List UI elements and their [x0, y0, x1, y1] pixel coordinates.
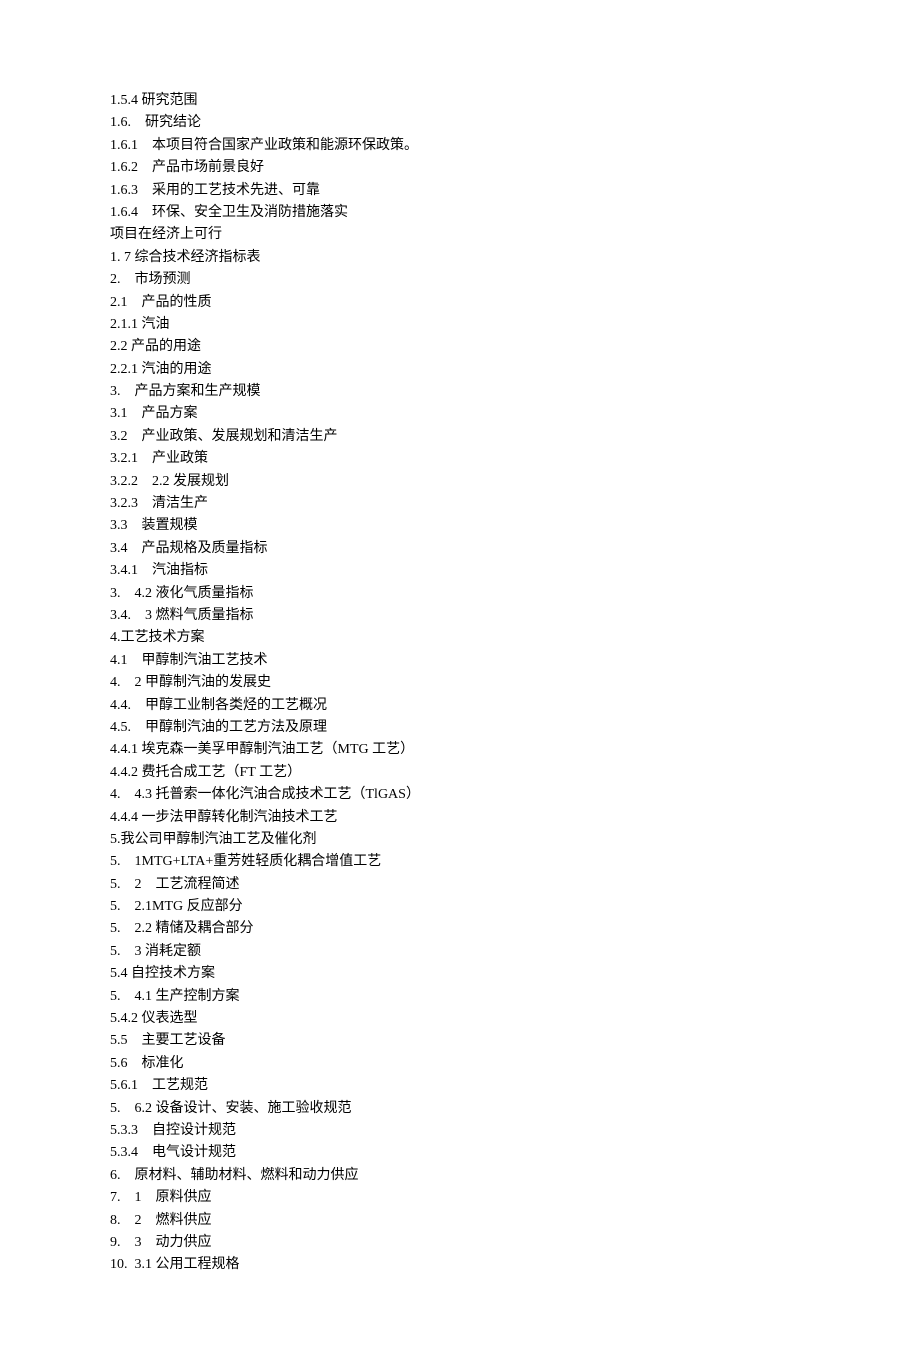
toc-line: 5.4.2 仪表选型	[110, 1008, 810, 1030]
toc-line: 5. 6.2 设备设计、安装、施工验收规范	[110, 1098, 810, 1120]
toc-line: 3.4 产品规格及质量指标	[110, 538, 810, 560]
toc-line: 2.2.1 汽油的用途	[110, 359, 810, 381]
toc-line: 1.6.4 环保、安全卫生及消防措施落实	[110, 202, 810, 224]
toc-line: 3.4.1 汽油指标	[110, 560, 810, 582]
toc-line: 3. 4.2 液化气质量指标	[110, 583, 810, 605]
toc-line: 1.5.4 研究范围	[110, 90, 810, 112]
toc-line: 5.5 主要工艺设备	[110, 1030, 810, 1052]
toc-line: 1.6.2 产品市场前景良好	[110, 157, 810, 179]
toc-line: 5.3.3 自控设计规范	[110, 1120, 810, 1142]
toc-line: 5. 2.1MTG 反应部分	[110, 896, 810, 918]
toc-line: 2.1.1 汽油	[110, 314, 810, 336]
toc-line: 3.2.2 2.2 发展规划	[110, 471, 810, 493]
toc-line: 项目在经济上可行	[110, 224, 810, 246]
toc-line: 8. 2 燃料供应	[110, 1210, 810, 1232]
toc-line: 9. 3 动力供应	[110, 1232, 810, 1254]
toc-line: 3.3 装置规模	[110, 515, 810, 537]
toc-line: 4.1 甲醇制汽油工艺技术	[110, 650, 810, 672]
toc-line: 2.2 产品的用途	[110, 336, 810, 358]
toc-line: 1.6.3 采用的工艺技术先进、可靠	[110, 180, 810, 202]
toc-line: 4. 4.3 托普索一体化汽油合成技术工艺（TlGAS）	[110, 784, 810, 806]
toc-line: 5. 2 工艺流程简述	[110, 874, 810, 896]
toc-line: 5. 1MTG+LTA+重芳姓轻质化耦合增值工艺	[110, 851, 810, 873]
toc-line: 5.3.4 电气设计规范	[110, 1142, 810, 1164]
toc-line: 2.1 产品的性质	[110, 292, 810, 314]
toc-line: 10. 3.1 公用工程规格	[110, 1254, 810, 1276]
toc-line: 1.6. 研究结论	[110, 112, 810, 134]
toc-line: 1. 7 综合技术经济指标表	[110, 247, 810, 269]
toc-line: 6. 原材料、辅助材料、燃料和动力供应	[110, 1165, 810, 1187]
toc-line: 3.2.3 清洁生产	[110, 493, 810, 515]
toc-line: 5.4 自控技术方案	[110, 963, 810, 985]
toc-line: 7. 1 原料供应	[110, 1187, 810, 1209]
toc-line: 5. 3 消耗定额	[110, 941, 810, 963]
toc-line: 5.我公司甲醇制汽油工艺及催化剂	[110, 829, 810, 851]
toc-line: 3. 产品方案和生产规模	[110, 381, 810, 403]
toc-line: 3.2 产业政策、发展规划和清洁生产	[110, 426, 810, 448]
toc-line: 3.4. 3 燃料气质量指标	[110, 605, 810, 627]
toc-line: 5.6.1 工艺规范	[110, 1075, 810, 1097]
toc-line: 5.6 标准化	[110, 1053, 810, 1075]
toc-line: 5. 2.2 精储及耦合部分	[110, 918, 810, 940]
toc-line: 4.4.1 埃克森一美孚甲醇制汽油工艺（MTG 工艺）	[110, 739, 810, 761]
toc-line: 4. 2 甲醇制汽油的发展史	[110, 672, 810, 694]
toc-line: 4.4.4 一步法甲醇转化制汽油技术工艺	[110, 807, 810, 829]
toc-line: 1.6.1 本项目符合国家产业政策和能源环保政策。	[110, 135, 810, 157]
toc-line: 3.1 产品方案	[110, 403, 810, 425]
toc-line: 4.4.2 费托合成工艺（FT 工艺）	[110, 762, 810, 784]
toc-line: 4.工艺技术方案	[110, 627, 810, 649]
toc-line: 4.5. 甲醇制汽油的工艺方法及原理	[110, 717, 810, 739]
toc-line: 5. 4.1 生产控制方案	[110, 986, 810, 1008]
toc-container: 1.5.4 研究范围1.6. 研究结论1.6.1 本项目符合国家产业政策和能源环…	[110, 90, 810, 1277]
toc-line: 4.4. 甲醇工业制各类烃的工艺概况	[110, 695, 810, 717]
toc-line: 2. 市场预测	[110, 269, 810, 291]
toc-line: 3.2.1 产业政策	[110, 448, 810, 470]
